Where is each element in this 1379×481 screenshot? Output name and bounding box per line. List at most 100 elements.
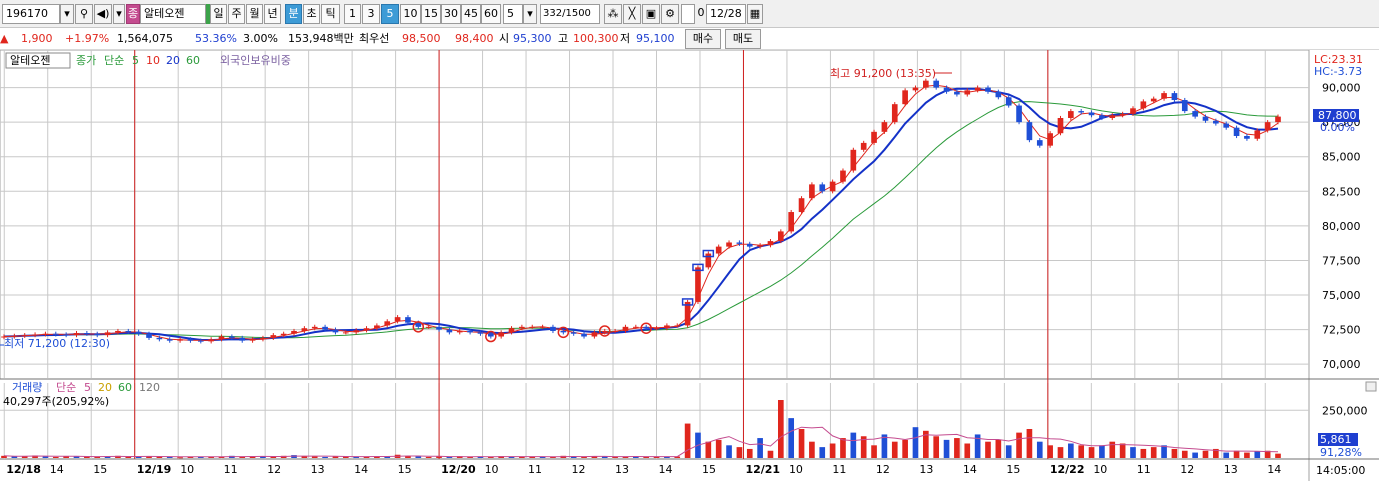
volume-bar: [891, 441, 898, 458]
interval-15-button[interactable]: 15: [421, 4, 441, 24]
volume-value: 1,564,075: [117, 32, 173, 45]
period-month-button[interactable]: 월: [246, 4, 263, 24]
price-chart[interactable]: 90,00087,50085,00082,50080,00077,50075,0…: [0, 50, 1379, 481]
volume-bar: [902, 439, 908, 458]
save-icon[interactable]: ▣: [642, 4, 660, 24]
time-tick-label: 14: [50, 463, 64, 476]
buy-button[interactable]: 매수: [685, 29, 721, 49]
time-tick-label: 14: [354, 463, 368, 476]
date-field[interactable]: 12/28: [706, 4, 746, 24]
time-tick-label: 11: [528, 463, 542, 476]
candle-body: [612, 330, 618, 332]
candle-body: [239, 337, 246, 341]
calendar-icon[interactable]: ▦: [747, 4, 763, 24]
volume-bar: [415, 456, 422, 458]
candle-body: [912, 87, 919, 91]
unit-minute-button[interactable]: 분: [285, 4, 302, 24]
legend-ma20: 20: [166, 54, 180, 67]
legend-price-label: 종가: [76, 54, 96, 67]
candle-body: [1213, 120, 1219, 124]
interval-45-button[interactable]: 45: [461, 4, 481, 24]
period-week-button[interactable]: 주: [228, 4, 245, 24]
volume-bar: [156, 456, 163, 458]
interval-1-button[interactable]: 1: [344, 4, 361, 24]
candle-body: [384, 321, 391, 326]
unit-second-button[interactable]: 초: [303, 4, 320, 24]
crosshair-icon[interactable]: ⁂: [604, 4, 622, 24]
price-tick-label: 80,000: [1322, 220, 1361, 233]
period-day-button[interactable]: 일: [210, 4, 227, 24]
interval-5-button[interactable]: 5: [381, 4, 399, 24]
candle-body: [177, 339, 183, 341]
checkbox-icon[interactable]: [681, 4, 695, 24]
candle-body: [21, 335, 28, 337]
time-tick-label: 14: [963, 463, 977, 476]
candle-body: [405, 317, 411, 323]
checkbox-label: 0: [697, 6, 705, 19]
volume-bar: [1005, 445, 1012, 458]
time-tick-label: 10: [1093, 463, 1107, 476]
candle-body: [1078, 111, 1085, 113]
candle-body: [1223, 123, 1230, 128]
volume-bar: [943, 439, 950, 458]
time-tick-label: 14: [1267, 463, 1281, 476]
stock-code-input[interactable]: 196170: [2, 4, 60, 24]
volume-bar: [1275, 453, 1281, 458]
best-ask-price: 98,500: [402, 32, 441, 45]
volume-bar: [1161, 445, 1167, 458]
panel-menu-icon[interactable]: [1365, 381, 1377, 392]
volume-bar: [1244, 452, 1250, 458]
candle-body: [1264, 122, 1271, 131]
price-tick-label: 75,000: [1322, 289, 1361, 302]
time-tick-label: 11: [224, 463, 238, 476]
time-tick-label: 14: [659, 463, 673, 476]
search-icon[interactable]: ⚲: [75, 4, 93, 24]
stock-name-field[interactable]: 알테오젠: [140, 4, 206, 24]
interval-3-button[interactable]: 3: [362, 4, 380, 24]
volume-bar: [1223, 452, 1230, 458]
sell-button[interactable]: 매도: [725, 29, 761, 49]
bar-count-current: 332: [543, 8, 563, 19]
candle-body: [1150, 98, 1157, 102]
volume-current-value: 40,297주(205,92%): [3, 395, 109, 408]
candle-body: [291, 330, 297, 334]
volume-bar: [311, 456, 318, 458]
period-year-button[interactable]: 년: [264, 4, 281, 24]
candle-body: [674, 325, 681, 327]
candle-body: [63, 334, 69, 336]
interval-10-button[interactable]: 10: [400, 4, 421, 24]
candle-body: [529, 326, 536, 328]
candle-body: [115, 330, 121, 333]
price-tick-label: 72,500: [1322, 324, 1361, 337]
chevron-down-icon[interactable]: ▾: [60, 4, 74, 24]
candle-body: [798, 198, 805, 213]
candle-body: [570, 332, 577, 334]
bar-count-field[interactable]: 332/1500: [540, 4, 600, 24]
candle-body: [601, 330, 608, 333]
speaker-icon[interactable]: ◀): [94, 4, 112, 24]
candle-body: [809, 184, 815, 199]
bar-count-total: /1500: [562, 8, 591, 19]
candle-body: [1192, 111, 1198, 117]
interval-select[interactable]: 5: [503, 4, 523, 24]
volume-bar: [746, 448, 753, 458]
settings-icon[interactable]: ⚙: [661, 4, 679, 24]
volume-bar: [1130, 447, 1136, 458]
menu-arrow-icon[interactable]: ▾: [113, 4, 125, 24]
quote-info-bar: ▲ 1,900 +1.97% 1,564,075 53.36% 3.00% 15…: [0, 28, 1379, 50]
volume-bar: [1099, 445, 1105, 458]
volume-bar: [1254, 451, 1261, 458]
candle-body: [1254, 130, 1261, 139]
interval-dropdown-icon[interactable]: ▾: [523, 4, 537, 24]
candle-body: [1026, 122, 1033, 141]
interval-60-button[interactable]: 60: [481, 4, 501, 24]
unit-tick-button[interactable]: 틱: [321, 4, 340, 24]
candle-body: [436, 326, 442, 330]
candle-body: [715, 246, 722, 254]
candle-body: [632, 326, 639, 328]
price-change: 1,900: [21, 32, 53, 45]
volume-bar: [798, 429, 805, 458]
interval-30-button[interactable]: 30: [441, 4, 461, 24]
volume-bar: [1119, 443, 1126, 458]
trendline-icon[interactable]: ╳: [623, 4, 641, 24]
